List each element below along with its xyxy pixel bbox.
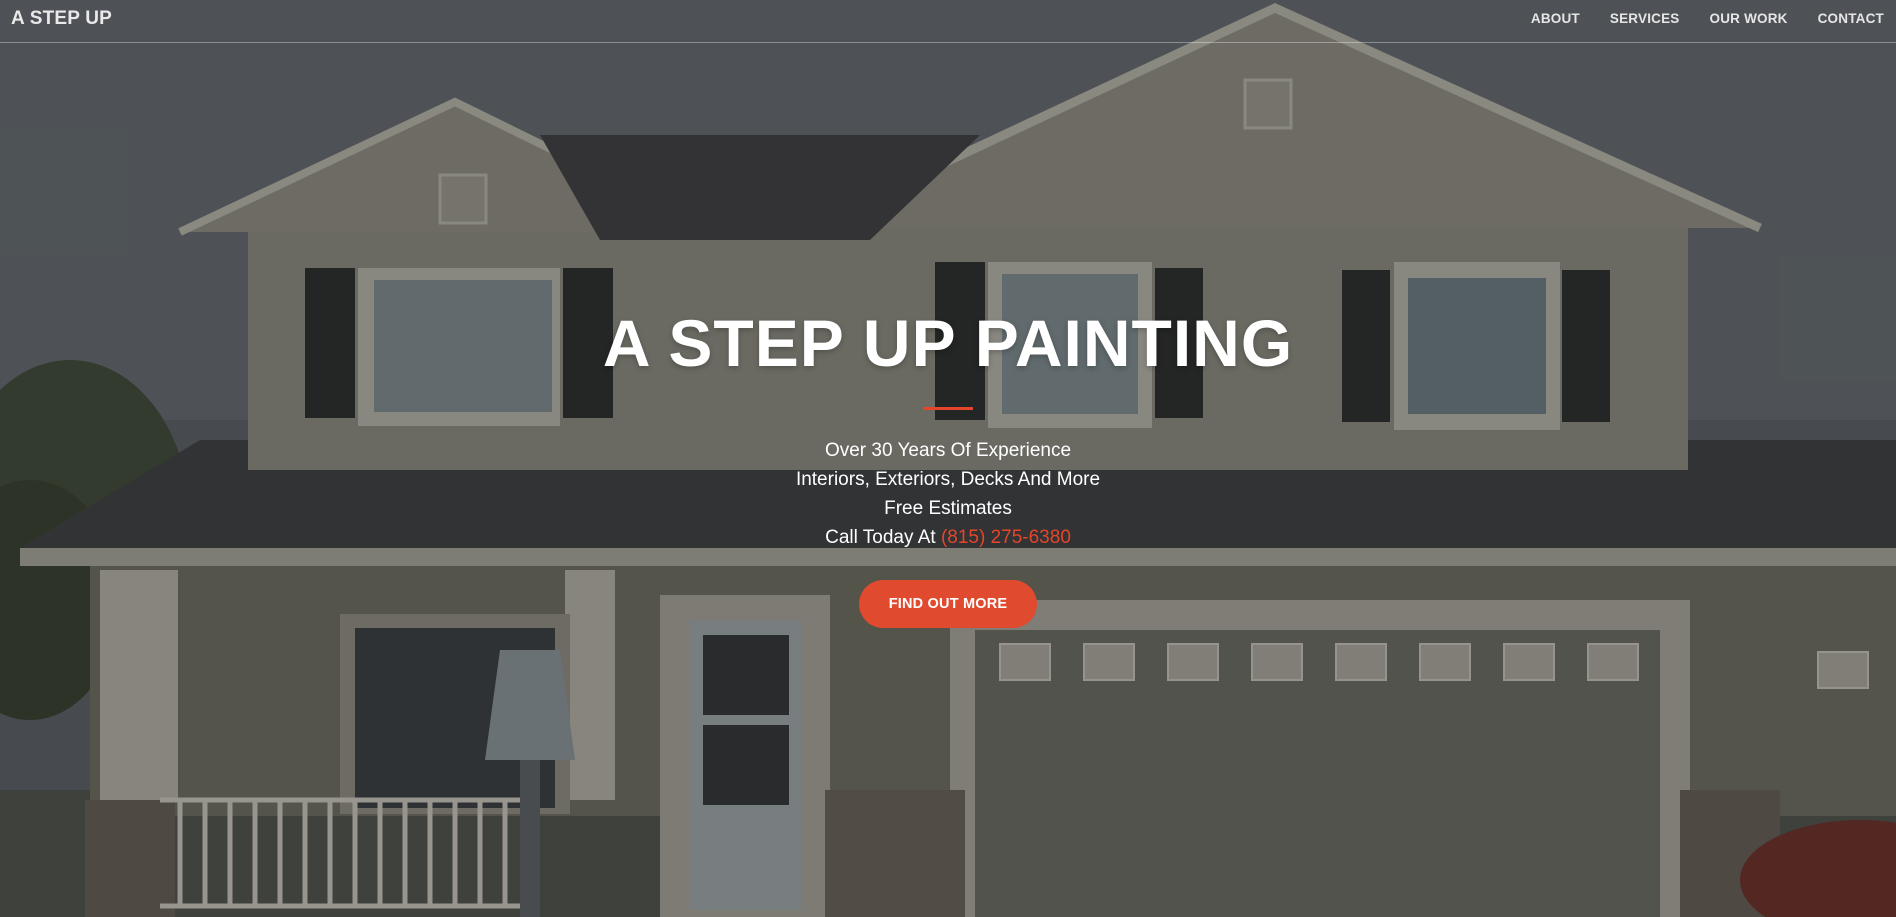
nav-links: ABOUT SERVICES OUR WORK CONTACT	[1501, 11, 1884, 26]
tagline-estimates: Free Estimates	[884, 498, 1012, 519]
hero-title: A STEP UP PAINTING	[602, 306, 1294, 380]
nav-link-our-work[interactable]: OUR WORK	[1710, 11, 1788, 26]
top-navbar: A STEP UP ABOUT SERVICES OUR WORK CONTAC…	[0, 0, 1896, 43]
tagline-experience: Over 30 Years Of Experience	[824, 440, 1072, 461]
hero-tagline: Over 30 Years Of Experience Interiors, E…	[0, 436, 1896, 552]
tagline-services: Interiors, Exteriors, Decks And More	[795, 469, 1101, 490]
brand-logo-link[interactable]: A STEP UP	[11, 8, 112, 30]
hero-divider	[923, 407, 973, 410]
hero-section: A STEP UP ABOUT SERVICES OUR WORK CONTAC…	[0, 0, 1896, 917]
hero-content: A STEP UP PAINTING Over 30 Years Of Expe…	[0, 300, 1896, 628]
nav-link-services[interactable]: SERVICES	[1610, 11, 1680, 26]
tagline-call: Call Today At (815) 275-6380	[0, 523, 1896, 552]
nav-link-contact[interactable]: CONTACT	[1818, 11, 1884, 26]
find-out-more-button[interactable]: FIND OUT MORE	[858, 580, 1038, 628]
phone-link[interactable]: (815) 275-6380	[941, 527, 1071, 548]
nav-link-about[interactable]: ABOUT	[1531, 11, 1580, 26]
call-prefix: Call Today At	[825, 527, 936, 548]
